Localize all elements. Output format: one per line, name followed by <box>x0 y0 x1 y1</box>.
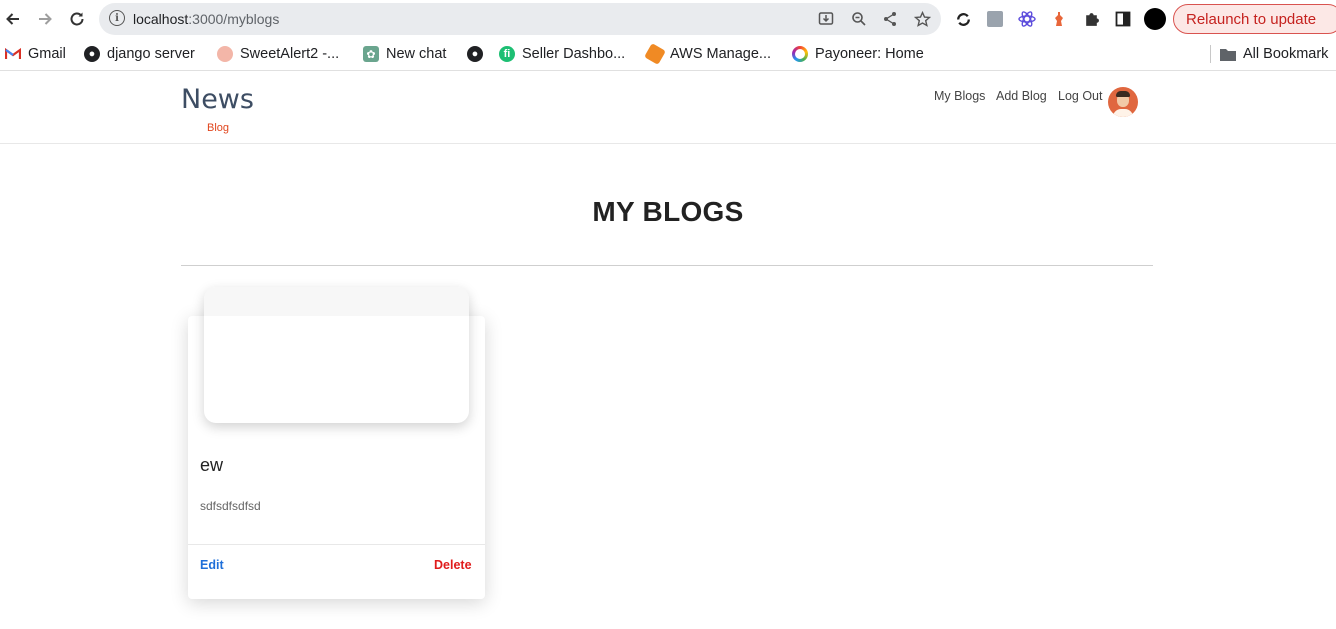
globe-icon: ● <box>467 46 483 62</box>
bookmark-new-chat[interactable]: ✿ New chat <box>363 45 446 63</box>
share-icon[interactable] <box>880 9 900 29</box>
blog-card-title: ew <box>200 455 224 475</box>
user-avatar[interactable] <box>1108 87 1138 117</box>
brand-subtitle: Blog <box>207 122 230 134</box>
address-bar[interactable]: i localhost:3000/myblogs <box>99 3 941 35</box>
sync-extension-icon[interactable] <box>952 8 974 30</box>
edit-button[interactable]: Edit <box>200 558 224 572</box>
sweetalert-icon <box>217 46 233 62</box>
folder-icon <box>1220 46 1236 62</box>
site-header: News Blog My Blogs Add Blog Log Out <box>0 72 1336 144</box>
profile-avatar-icon[interactable] <box>1144 8 1166 30</box>
profile-extension-icon[interactable] <box>984 8 1006 30</box>
bookmark-seller-dashboard[interactable]: fi Seller Dashbo... <box>499 45 625 63</box>
brand-logo[interactable]: News Blog <box>181 84 254 134</box>
chatgpt-icon: ✿ <box>363 46 379 62</box>
blog-card-description: sdfsdfsdfsd <box>200 499 261 513</box>
install-app-icon[interactable] <box>816 9 836 29</box>
bookmark-aws-manage[interactable]: AWS Manage... <box>644 43 771 65</box>
globe-icon: ● <box>84 46 100 62</box>
extensions-puzzle-icon[interactable] <box>1080 8 1102 30</box>
relaunch-button[interactable]: Relaunch to update <box>1173 4 1336 34</box>
bookmark-globe[interactable]: ● <box>467 45 490 63</box>
bookmarks-bar: Gmail ● django server SweetAlert2 -... ✿… <box>0 38 1336 71</box>
site-info-icon[interactable]: i <box>109 10 125 26</box>
brand-title: News <box>181 84 254 115</box>
bookmark-all-bookmarks[interactable]: All Bookmark <box>1220 45 1328 63</box>
title-divider <box>181 265 1153 266</box>
gmail-icon <box>5 46 21 62</box>
side-panel-icon[interactable] <box>1112 8 1134 30</box>
back-icon[interactable] <box>1 7 25 31</box>
bookmark-sweetalert2[interactable]: SweetAlert2 -... <box>217 45 339 63</box>
browser-toolbar: i localhost:3000/myblogs Relaunch to upd… <box>0 0 1336 38</box>
blog-card-divider <box>188 544 485 545</box>
react-devtools-icon[interactable] <box>1016 8 1038 30</box>
payoneer-icon <box>792 46 808 62</box>
bookmark-gmail[interactable]: Gmail <box>5 45 66 63</box>
bookmark-star-icon[interactable] <box>912 9 932 29</box>
bookmark-django-server[interactable]: ● django server <box>84 45 195 63</box>
nav-add-blog[interactable]: Add Blog <box>996 89 1047 103</box>
url-text[interactable]: localhost:3000/myblogs <box>133 11 279 27</box>
bookmark-payoneer[interactable]: Payoneer: Home <box>792 45 924 63</box>
nav-my-blogs[interactable]: My Blogs <box>934 89 985 103</box>
aws-icon <box>644 43 666 65</box>
page-title: MY BLOGS <box>592 196 744 227</box>
reload-icon[interactable] <box>65 7 89 31</box>
zoom-icon[interactable] <box>849 9 869 29</box>
fiverr-icon: fi <box>499 46 515 62</box>
delete-button[interactable]: Delete <box>434 558 472 572</box>
nav-log-out[interactable]: Log Out <box>1058 89 1102 103</box>
blog-card-image <box>204 287 469 423</box>
forward-icon[interactable] <box>33 7 57 31</box>
bookmarks-separator <box>1210 45 1211 63</box>
chess-extension-icon[interactable] <box>1048 8 1070 30</box>
